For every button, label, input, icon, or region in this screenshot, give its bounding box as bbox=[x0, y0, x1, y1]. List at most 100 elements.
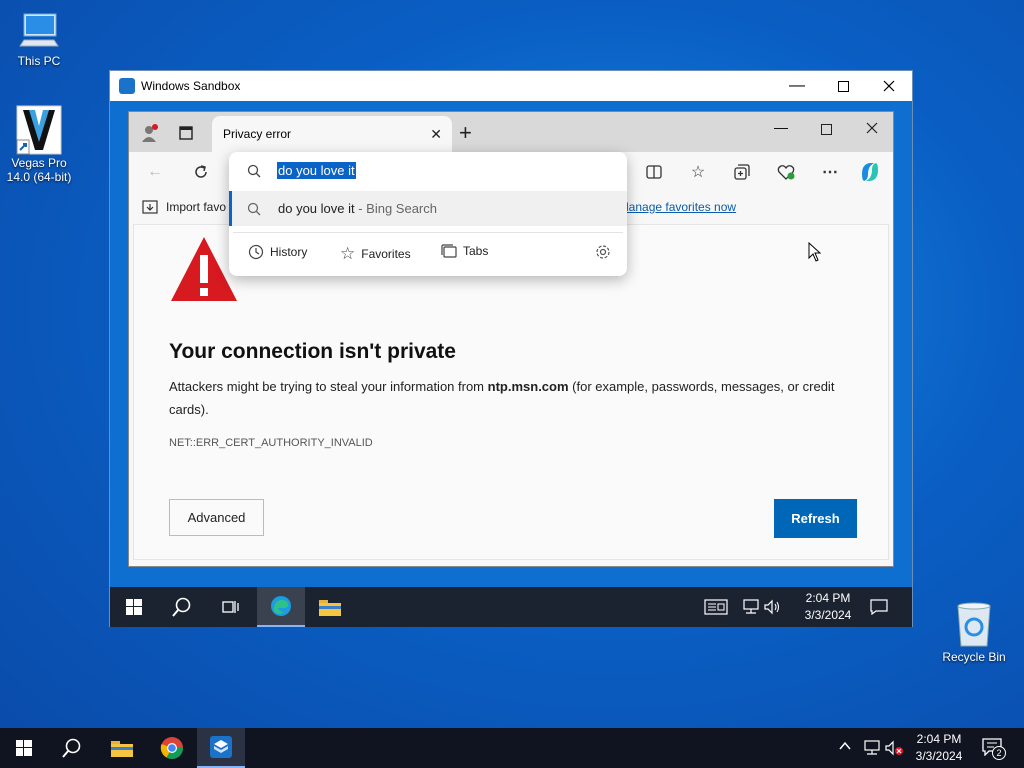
edge-taskbar-button[interactable] bbox=[257, 587, 305, 627]
history-icon bbox=[248, 244, 264, 260]
tab-close-icon[interactable]: ✕ bbox=[430, 126, 442, 143]
divider bbox=[233, 232, 623, 233]
search-button[interactable] bbox=[158, 587, 206, 627]
suggestion-text: do you love it - Bing Search bbox=[278, 201, 437, 216]
folder-icon bbox=[111, 741, 133, 757]
suggestion-item[interactable]: do you love it - Bing Search bbox=[229, 191, 627, 226]
action-center-button[interactable]: 2 bbox=[982, 738, 1010, 760]
vegas-pro-icon bbox=[16, 105, 62, 155]
search-icon bbox=[62, 738, 81, 758]
search-icon bbox=[247, 202, 261, 219]
favorites-filter[interactable]: ☆ Favorites bbox=[340, 244, 411, 264]
import-favorites-icon[interactable] bbox=[142, 200, 158, 217]
network-icon[interactable] bbox=[862, 740, 880, 761]
tabs-label: Tabs bbox=[463, 244, 489, 258]
settings-gear-icon[interactable] bbox=[595, 244, 611, 265]
start-button[interactable] bbox=[0, 728, 48, 768]
manage-favorites-link[interactable]: lanage favorites now bbox=[626, 200, 736, 214]
desktop-icon-this-pc[interactable]: This PC bbox=[0, 8, 79, 68]
error-description-text: Attackers might be trying to steal your … bbox=[169, 379, 488, 394]
close-button[interactable] bbox=[866, 71, 912, 101]
volume-icon[interactable] bbox=[760, 587, 784, 627]
profile-icon[interactable] bbox=[141, 124, 159, 142]
start-button[interactable] bbox=[110, 587, 158, 627]
sandbox-desktop: Privacy error ✕ + — ← ☆ ⋯ Import favo la… bbox=[110, 101, 912, 627]
history-label: History bbox=[270, 245, 308, 259]
sandbox-window: Windows Sandbox — Privacy error ✕ + — ← … bbox=[109, 70, 913, 627]
tab-privacy-error[interactable]: Privacy error ✕ bbox=[212, 116, 452, 152]
sandbox-taskbar: 2:04 PM 3/3/2024 bbox=[110, 587, 912, 627]
error-domain: ntp.msn.com bbox=[487, 379, 569, 394]
split-screen-icon[interactable] bbox=[642, 160, 666, 184]
search-button[interactable] bbox=[48, 728, 96, 768]
desktop-icon-label: Vegas Pro 14.0 (64-bit) bbox=[6, 156, 72, 184]
task-view-icon bbox=[222, 601, 239, 613]
minimize-button[interactable]: — bbox=[774, 71, 820, 101]
host-taskbar: 2:04 PM 3/3/2024 2 bbox=[0, 728, 1024, 768]
file-explorer-button[interactable] bbox=[98, 728, 146, 768]
edge-icon bbox=[271, 596, 291, 616]
mouse-cursor-icon bbox=[808, 242, 822, 262]
desktop-icon-vegas-pro[interactable]: Vegas Pro 14.0 (64-bit) bbox=[0, 104, 79, 184]
advanced-button[interactable]: Advanced bbox=[169, 499, 264, 536]
error-code: NET::ERR_CERT_AUTHORITY_INVALID bbox=[169, 437, 373, 449]
edge-maximize-button[interactable] bbox=[821, 122, 832, 140]
folder-icon bbox=[319, 600, 341, 616]
recycle-bin-icon bbox=[957, 602, 991, 647]
news-icon[interactable] bbox=[692, 587, 740, 627]
favorites-star-icon[interactable]: ☆ bbox=[686, 160, 710, 184]
address-bar-dropdown: do you love it do you love it - Bing Sea… bbox=[229, 152, 627, 276]
edge-minimize-button[interactable]: — bbox=[774, 119, 788, 135]
suggestion-source: - Bing Search bbox=[354, 201, 437, 216]
address-input[interactable]: do you love it bbox=[277, 162, 356, 179]
tab-actions-icon[interactable] bbox=[179, 126, 193, 145]
sandbox-titlebar[interactable]: Windows Sandbox — bbox=[110, 71, 912, 101]
tab-title: Privacy error bbox=[223, 127, 292, 141]
volume-muted-icon[interactable] bbox=[884, 740, 904, 761]
file-explorer-button[interactable] bbox=[306, 587, 354, 627]
more-options-icon[interactable]: ⋯ bbox=[818, 160, 842, 184]
sandbox-title: Windows Sandbox bbox=[141, 79, 241, 93]
clock-date: 3/3/2024 bbox=[915, 749, 963, 763]
windows-sandbox-button[interactable] bbox=[197, 728, 245, 768]
maximize-icon bbox=[837, 80, 849, 92]
action-center-button[interactable] bbox=[855, 587, 903, 627]
edge-close-button[interactable] bbox=[866, 121, 878, 139]
network-icon[interactable] bbox=[738, 587, 762, 627]
tab-bar: Privacy error ✕ + — bbox=[129, 112, 893, 152]
task-view-button[interactable] bbox=[206, 587, 254, 627]
star-icon: ☆ bbox=[340, 244, 356, 263]
address-input-text: do you love it bbox=[277, 162, 356, 179]
search-icon bbox=[172, 597, 191, 617]
new-tab-button[interactable]: + bbox=[459, 120, 472, 146]
notification-count-badge: 2 bbox=[992, 746, 1006, 760]
clock-time: 2:04 PM bbox=[916, 732, 962, 746]
desktop-icon-label: This PC bbox=[17, 54, 61, 68]
back-icon[interactable]: ← bbox=[143, 160, 167, 184]
refresh-icon[interactable] bbox=[189, 160, 213, 184]
clock-time: 2:04 PM bbox=[805, 591, 851, 605]
tabs-icon bbox=[441, 244, 457, 258]
show-hidden-icons[interactable] bbox=[838, 739, 852, 756]
chrome-button[interactable] bbox=[148, 728, 196, 768]
desktop-icon-recycle-bin[interactable]: Recycle Bin bbox=[934, 600, 1014, 664]
windows-logo-icon bbox=[16, 740, 32, 756]
search-icon bbox=[247, 164, 261, 183]
browser-essentials-icon[interactable] bbox=[774, 160, 798, 184]
import-favorites-link[interactable]: Import favo bbox=[166, 200, 226, 214]
close-icon bbox=[883, 80, 895, 92]
host-clock[interactable]: 2:04 PM 3/3/2024 bbox=[905, 731, 973, 765]
tabs-filter[interactable]: Tabs bbox=[441, 244, 488, 258]
sandbox-app-icon bbox=[119, 78, 135, 94]
maximize-button[interactable] bbox=[820, 71, 866, 101]
desktop-icon-label: Recycle Bin bbox=[942, 650, 1006, 664]
error-description: Attackers might be trying to steal your … bbox=[169, 375, 869, 421]
sandbox-icon bbox=[210, 736, 232, 758]
notification-icon bbox=[870, 599, 888, 615]
copilot-icon[interactable] bbox=[858, 160, 882, 184]
refresh-button[interactable]: Refresh bbox=[774, 499, 857, 538]
error-heading: Your connection isn't private bbox=[169, 340, 456, 363]
collections-icon[interactable] bbox=[730, 160, 754, 184]
sandbox-clock[interactable]: 2:04 PM 3/3/2024 bbox=[793, 590, 863, 624]
history-filter[interactable]: History bbox=[248, 244, 307, 260]
